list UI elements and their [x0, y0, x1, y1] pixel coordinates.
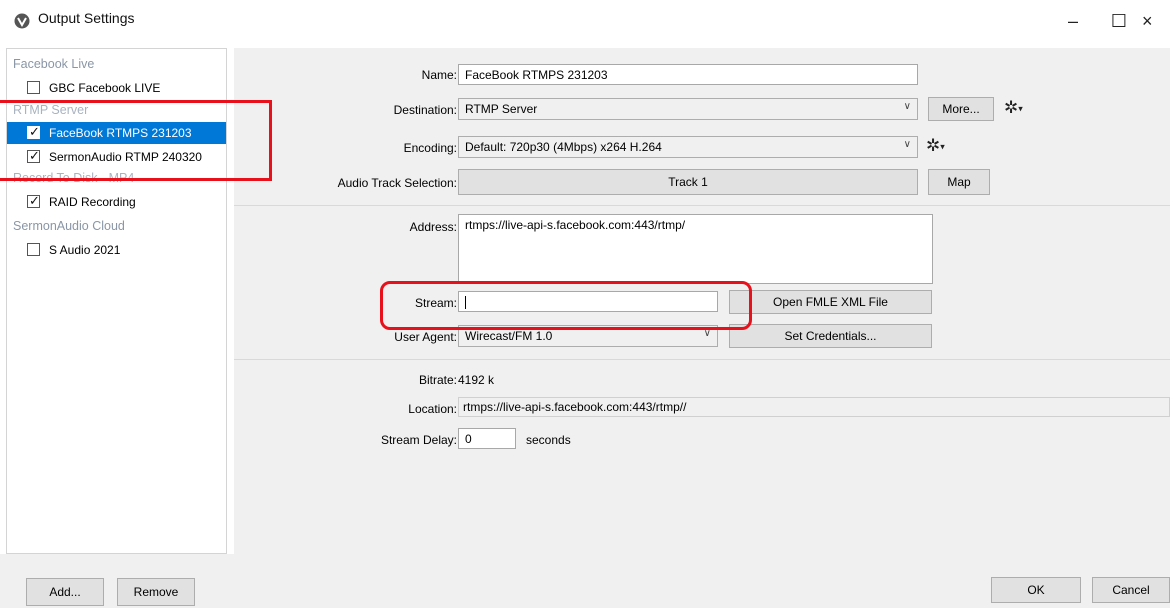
output-item-label: RAID Recording — [49, 195, 136, 209]
address-field[interactable]: rtmps://live-api-s.facebook.com:443/rtmp… — [458, 214, 933, 284]
bitrate-value: 4192 k — [458, 373, 495, 387]
output-item-label: GBC Facebook LIVE — [49, 81, 161, 95]
checkbox[interactable] — [27, 81, 40, 94]
name-field[interactable]: FaceBook RTMPS 231203 — [458, 64, 918, 85]
output-item-raid-recording[interactable]: ✓ RAID Recording — [7, 191, 226, 213]
group-header-sermonaudio-cloud: SermonAudio Cloud — [13, 219, 125, 233]
output-item-s-audio-2021[interactable]: S Audio 2021 — [7, 239, 226, 261]
output-item-label: S Audio 2021 — [49, 243, 121, 257]
name-label: Name: — [421, 68, 457, 82]
stream-delay-label: Stream Delay: — [380, 433, 457, 447]
divider — [234, 359, 1170, 360]
highlight-box-stream — [380, 281, 752, 330]
encoding-label: Encoding: — [403, 141, 457, 155]
remove-button[interactable]: Remove — [117, 578, 195, 606]
destination-label: Destination: — [393, 103, 457, 117]
more-button[interactable]: More... — [928, 97, 994, 121]
bitrate-label: Bitrate: — [418, 373, 457, 387]
check-icon: ✓ — [29, 193, 40, 208]
set-credentials-button[interactable]: Set Credentials... — [729, 324, 932, 348]
user-agent-label: User Agent: — [394, 330, 457, 344]
audio-track-label: Audio Track Selection: — [337, 176, 457, 190]
location-field: rtmps://live-api-s.facebook.com:443/rtmp… — [458, 397, 1170, 417]
close-button[interactable]: × — [1142, 6, 1170, 36]
divider — [234, 205, 1170, 206]
map-button[interactable]: Map — [928, 169, 990, 195]
encoding-value: Default: 720p30 (4Mbps) x264 H.264 — [465, 140, 662, 154]
cancel-button[interactable]: Cancel — [1092, 577, 1170, 603]
chevron-down-icon: ∨ — [903, 139, 911, 150]
encoding-select[interactable]: Default: 720p30 (4Mbps) x264 H.264 ∨ — [458, 136, 918, 158]
group-header-facebook-live: Facebook Live — [13, 57, 95, 71]
gear-icon: ✲ — [1004, 98, 1019, 117]
output-item-gbc-facebook-live[interactable]: GBC Facebook LIVE — [7, 77, 226, 99]
location-label: Location: — [408, 402, 457, 416]
caret-down-icon: ▾ — [1018, 103, 1023, 114]
minimize-button[interactable]: – — [1050, 6, 1096, 36]
sidebar-footer: Add... Remove — [0, 554, 234, 608]
window-title: Output Settings — [38, 10, 135, 26]
title-bar: Output Settings – ☐ × — [0, 0, 1170, 38]
open-fmle-button[interactable]: Open FMLE XML File — [729, 290, 932, 314]
highlight-box-outputs — [0, 100, 272, 181]
address-label: Address: — [409, 220, 457, 234]
chevron-down-icon: ∨ — [903, 101, 911, 112]
user-agent-value: Wirecast/FM 1.0 — [465, 329, 553, 343]
stream-delay-unit: seconds — [526, 433, 571, 447]
checkbox[interactable] — [27, 243, 40, 256]
maximize-button[interactable]: ☐ — [1096, 6, 1142, 36]
encoding-gear-icon[interactable]: ✲▾ — [926, 137, 945, 156]
destination-select[interactable]: RTMP Server ∨ — [458, 98, 918, 120]
gear-icon: ✲ — [926, 136, 941, 155]
app-icon — [14, 13, 30, 29]
caret-down-icon: ▾ — [940, 141, 945, 152]
stream-delay-field[interactable]: 0 — [458, 428, 516, 449]
audio-track-button[interactable]: Track 1 — [458, 169, 918, 195]
add-button[interactable]: Add... — [26, 578, 104, 606]
destination-gear-icon[interactable]: ✲▾ — [1004, 99, 1023, 118]
ok-button[interactable]: OK — [991, 577, 1081, 603]
checkbox[interactable]: ✓ — [27, 193, 40, 208]
destination-value: RTMP Server — [465, 102, 538, 116]
